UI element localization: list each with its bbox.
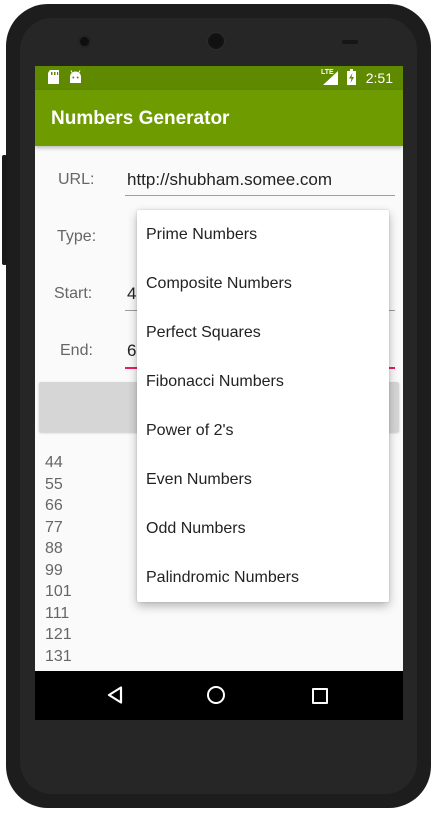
dropdown-option-label: Perfect Squares [146, 324, 261, 341]
list-item: 77 [45, 518, 63, 536]
recent-apps-icon[interactable] [312, 688, 328, 704]
list-item: 99 [45, 561, 63, 579]
home-icon[interactable] [207, 686, 225, 704]
sd-card-icon [48, 70, 59, 84]
url-input[interactable]: http://shubham.somee.com [127, 170, 332, 190]
dropdown-option-label: Prime Numbers [146, 226, 258, 243]
results-list: 44 55 66 77 88 99 101 111 121 131 [45, 452, 72, 667]
status-time: 2:51 [365, 70, 393, 86]
dropdown-option-perfect-squares[interactable]: Perfect Squares [137, 308, 389, 357]
dropdown-option-palindromic[interactable]: Palindromic Numbers [137, 553, 389, 602]
earpiece-speaker [206, 31, 226, 51]
android-icon [70, 70, 81, 83]
list-item: 111 [45, 604, 70, 622]
app-bar: Numbers Generator [35, 90, 403, 146]
app-title: Numbers Generator [51, 108, 230, 129]
start-label: Start: [54, 285, 93, 302]
back-icon[interactable] [107, 686, 123, 704]
dropdown-option-label: Odd Numbers [146, 520, 246, 537]
dropdown-option-prime[interactable]: Prime Numbers [137, 210, 389, 259]
list-item: 121 [45, 626, 72, 643]
dropdown-option-even[interactable]: Even Numbers [137, 455, 389, 504]
volume-button [2, 155, 7, 265]
list-item: 44 [45, 454, 63, 471]
dropdown-option-label: Composite Numbers [146, 275, 292, 292]
dropdown-option-power-of-2[interactable]: Power of 2's [137, 406, 389, 455]
list-item: 55 [45, 475, 63, 493]
type-dropdown-menu: Prime Numbers Composite Numbers Perfect … [137, 210, 389, 602]
lte-signal-icon [323, 71, 338, 85]
type-label: Type: [57, 228, 97, 245]
front-camera [80, 37, 89, 46]
status-bar: LTE 2:51 [35, 66, 403, 90]
list-item: 88 [45, 540, 63, 557]
dropdown-option-label: Fibonacci Numbers [146, 373, 284, 390]
dropdown-option-composite[interactable]: Composite Numbers [137, 259, 389, 308]
navigation-bar [35, 671, 403, 720]
device-screen: LTE 2:51 Numbers Generator URL: http://s… [35, 66, 403, 720]
dropdown-option-fibonacci[interactable]: Fibonacci Numbers [137, 357, 389, 406]
dropdown-option-odd[interactable]: Odd Numbers [137, 504, 389, 553]
list-item: 131 [45, 647, 72, 665]
url-label: URL: [58, 171, 95, 188]
url-input-underline [125, 195, 395, 196]
end-label: End: [60, 342, 93, 359]
proximity-sensor [342, 40, 358, 44]
dropdown-option-label: Power of 2's [146, 422, 234, 439]
dropdown-option-label: Palindromic Numbers [146, 569, 299, 586]
start-input[interactable]: 4 [127, 284, 136, 304]
list-item: 101 [45, 583, 72, 600]
end-input[interactable]: 6 [127, 341, 136, 361]
dropdown-option-label: Even Numbers [146, 471, 252, 488]
list-item: 66 [45, 497, 63, 514]
battery-charging-icon [347, 69, 356, 85]
